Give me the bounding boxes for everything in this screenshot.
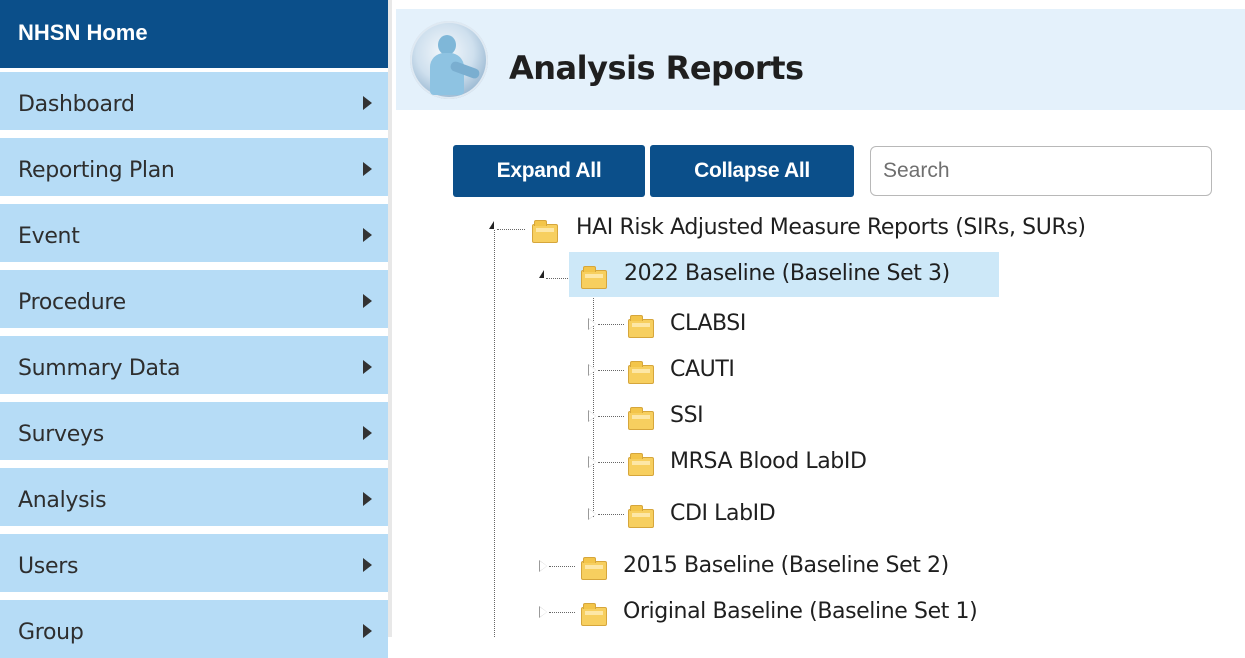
tree-node-label: 2022 Baseline (Baseline Set 3)	[624, 261, 950, 286]
tree-guide-line	[494, 230, 495, 637]
tree-node-2022-baseline[interactable]: 2022 Baseline (Baseline Set 3)	[569, 252, 999, 297]
caret-right-icon	[363, 162, 372, 176]
tree-branch-line	[546, 278, 570, 279]
tree-node-label: MRSA Blood LabID	[670, 449, 867, 474]
page-header: Analysis Reports	[396, 9, 1245, 110]
sidebar-item-label: Dashboard	[18, 92, 135, 117]
folder-icon	[581, 557, 607, 580]
tree-node-hai-risk-adjusted[interactable]: HAI Risk Adjusted Measure Reports (SIRs,…	[524, 208, 1184, 248]
tree-node-original-baseline[interactable]: Original Baseline (Baseline Set 1)	[575, 592, 1045, 632]
tree-node-cauti[interactable]: CAUTI	[624, 350, 824, 390]
page-title: Analysis Reports	[509, 49, 804, 87]
sidebar-item-surveys[interactable]: Surveys	[0, 398, 388, 460]
sidebar-item-reporting-plan[interactable]: Reporting Plan	[0, 134, 388, 196]
tree-branch-line	[598, 514, 624, 515]
sidebar-item-label: Analysis	[18, 488, 107, 513]
tree-node-cdi-labid[interactable]: CDI LabID	[624, 494, 824, 534]
search-input[interactable]	[870, 146, 1212, 196]
tree-guide-line	[593, 272, 594, 517]
healthcare-worker-image	[410, 21, 488, 99]
folder-icon	[532, 220, 558, 243]
sidebar-item-summary-data[interactable]: Summary Data	[0, 332, 388, 394]
tree-node-2015-baseline[interactable]: 2015 Baseline (Baseline Set 2)	[575, 546, 1015, 586]
caret-right-icon	[363, 294, 372, 308]
tree-branch-line	[598, 324, 624, 325]
caret-right-icon	[363, 558, 372, 572]
tree-branch-line	[598, 370, 624, 371]
sidebar-item-analysis[interactable]: Analysis	[0, 464, 388, 526]
collapse-toggle-icon[interactable]	[489, 221, 494, 229]
tree-node-label: Original Baseline (Baseline Set 1)	[623, 599, 978, 624]
tree-branch-line	[549, 566, 575, 567]
caret-right-icon	[363, 96, 372, 110]
tree-branch-line	[549, 612, 575, 613]
tree-branch-line	[497, 229, 525, 230]
sidebar-item-dashboard[interactable]: Dashboard	[0, 68, 388, 130]
caret-right-icon	[363, 492, 372, 506]
folder-icon	[628, 453, 654, 476]
sidebar-item-group[interactable]: Group	[0, 596, 388, 658]
collapse-toggle-icon[interactable]	[539, 270, 544, 278]
folder-icon	[581, 266, 607, 289]
sidebar-item-event[interactable]: Event	[0, 200, 388, 262]
tree-node-mrsa-blood-labid[interactable]: MRSA Blood LabID	[624, 442, 924, 482]
sidebar-item-label: Group	[18, 620, 84, 645]
folder-icon	[581, 603, 607, 626]
tree-node-label: CLABSI	[670, 311, 746, 336]
sidebar-nav: NHSN Home Dashboard Reporting Plan Event…	[0, 0, 388, 658]
folder-icon	[628, 315, 654, 338]
tree-node-label: CAUTI	[670, 357, 735, 382]
sidebar-item-label: Summary Data	[18, 356, 181, 381]
tree-node-label: CDI LabID	[670, 501, 776, 526]
caret-right-icon	[363, 624, 372, 638]
folder-icon	[628, 505, 654, 528]
expand-all-button[interactable]: Expand All	[453, 145, 645, 197]
folder-icon	[628, 361, 654, 384]
caret-right-icon	[363, 228, 372, 242]
caret-right-icon	[363, 360, 372, 374]
sidebar-divider	[388, 0, 392, 637]
sidebar-item-label: Reporting Plan	[18, 158, 175, 183]
sidebar-item-label: Event	[18, 224, 80, 249]
tree-node-label: 2015 Baseline (Baseline Set 2)	[623, 553, 949, 578]
tree-node-label: HAI Risk Adjusted Measure Reports (SIRs,…	[576, 215, 1086, 240]
sidebar-item-procedure[interactable]: Procedure	[0, 266, 388, 328]
tree-branch-line	[598, 462, 624, 463]
sidebar-item-label: Users	[18, 554, 79, 579]
tree-node-label: SSI	[670, 403, 704, 428]
tree-branch-line	[598, 416, 624, 417]
collapse-all-button[interactable]: Collapse All	[650, 145, 854, 197]
tree-node-ssi[interactable]: SSI	[624, 396, 824, 436]
folder-icon	[628, 407, 654, 430]
sidebar-item-users[interactable]: Users	[0, 530, 388, 592]
tree-node-clabsi[interactable]: CLABSI	[624, 304, 824, 344]
sidebar-item-label: Procedure	[18, 290, 126, 315]
nhsn-home-link[interactable]: NHSN Home	[0, 0, 388, 68]
sidebar-item-label: Surveys	[18, 422, 104, 447]
caret-right-icon	[363, 426, 372, 440]
